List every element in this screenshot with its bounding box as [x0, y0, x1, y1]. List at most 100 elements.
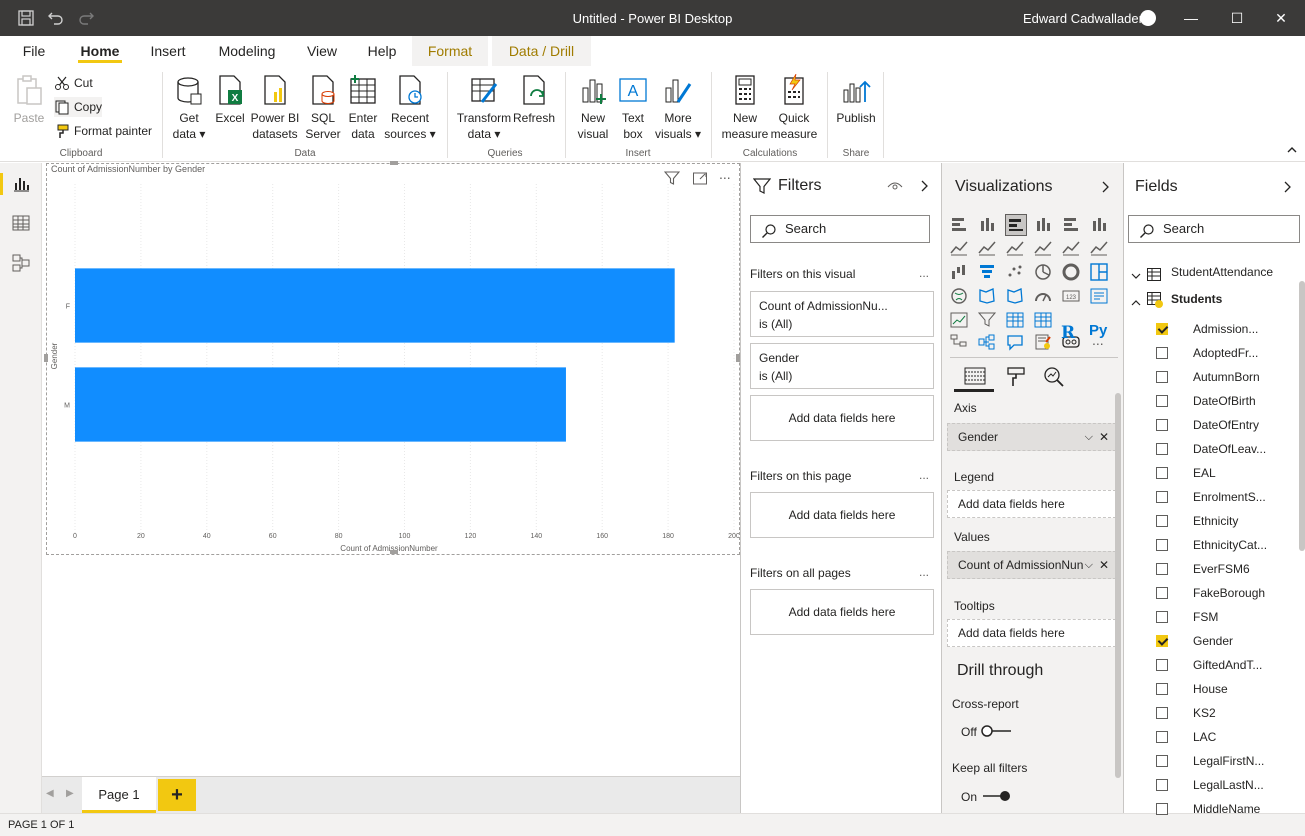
legend-well[interactable]: Add data fields here	[947, 490, 1116, 518]
report-view-icon[interactable]	[11, 174, 31, 194]
table-row-studentattendance[interactable]: StudentAttendance	[1124, 260, 1305, 284]
text-box-button[interactable]: A Text box	[614, 74, 652, 142]
redo-icon[interactable]	[77, 9, 95, 27]
tab-format[interactable]: Format	[412, 36, 488, 66]
field-item[interactable]: Gender	[1124, 629, 1305, 653]
more-options-icon[interactable]: ...	[919, 565, 929, 579]
line-clustered-icon[interactable]	[1062, 239, 1082, 259]
tab-view[interactable]: View	[300, 36, 344, 66]
field-item[interactable]: FakeBorough	[1124, 581, 1305, 605]
save-icon[interactable]	[17, 9, 35, 27]
publish-button[interactable]: Publish	[834, 74, 878, 126]
format-painter-button[interactable]: Format painter	[54, 121, 152, 141]
paste-button[interactable]: Paste	[10, 74, 48, 126]
multirow-card-icon[interactable]	[1090, 287, 1110, 307]
remove-field-icon[interactable]: ✕	[1099, 424, 1109, 450]
transform-data-button[interactable]: Transform data ▾	[455, 74, 513, 142]
chevron-up-icon[interactable]	[1130, 293, 1142, 317]
page-tab-1[interactable]: Page 1	[82, 777, 156, 813]
field-checkbox[interactable]	[1156, 755, 1168, 767]
field-item[interactable]: AdoptedFr...	[1124, 341, 1305, 365]
field-checkbox[interactable]	[1156, 515, 1168, 527]
tab-home[interactable]: Home	[76, 36, 124, 66]
table-icon[interactable]	[1006, 311, 1026, 331]
field-checkbox[interactable]	[1156, 731, 1168, 743]
r-visual-icon[interactable]: R	[1061, 323, 1075, 343]
100-column-icon[interactable]	[1090, 215, 1110, 235]
viz-scrollbar[interactable]	[1115, 393, 1121, 778]
field-checkbox[interactable]	[1156, 587, 1168, 599]
map-icon[interactable]	[950, 287, 970, 307]
field-item[interactable]: EverFSM6	[1124, 557, 1305, 581]
filter-card-gender[interactable]: Gender is (All)	[750, 343, 934, 389]
clustered-bar-icon[interactable]	[1005, 214, 1027, 236]
field-checkbox[interactable]	[1156, 443, 1168, 455]
remove-field-icon[interactable]: ✕	[1098, 552, 1109, 578]
keep-all-filters-toggle[interactable]: On	[961, 790, 1010, 804]
cut-button[interactable]: Cut	[54, 73, 93, 93]
decomposition-tree-icon[interactable]	[950, 333, 970, 353]
scroll-left-icon[interactable]: ◀	[46, 788, 54, 799]
undo-icon[interactable]	[47, 9, 65, 27]
field-item[interactable]: Admission...	[1124, 317, 1305, 341]
recent-sources-button[interactable]: Recent sources ▾	[383, 74, 437, 142]
stacked-column-icon[interactable]	[978, 215, 998, 235]
new-visual-button[interactable]: New visual	[574, 74, 612, 142]
qa-icon[interactable]	[1006, 333, 1026, 353]
field-checkbox[interactable]	[1156, 611, 1168, 623]
resize-handle-top[interactable]	[390, 161, 398, 165]
tooltips-well[interactable]: Add data fields here	[947, 619, 1116, 647]
maximize-button[interactable]: ☐	[1214, 0, 1260, 36]
field-checkbox[interactable]	[1156, 779, 1168, 791]
tab-modeling[interactable]: Modeling	[211, 36, 283, 66]
collapse-ribbon-icon[interactable]	[1286, 144, 1298, 159]
scatter-icon[interactable]	[1006, 263, 1026, 283]
filter-card-count[interactable]: Count of AdmissionNu... is (All)	[750, 291, 934, 337]
more-options-icon[interactable]: ...	[919, 266, 929, 280]
copy-button[interactable]: Copy	[54, 97, 102, 117]
field-item[interactable]: EnrolmentS...	[1124, 485, 1305, 509]
field-item[interactable]: AutumnBorn	[1124, 365, 1305, 389]
key-influencers-icon[interactable]	[978, 333, 998, 353]
clustered-column-icon[interactable]	[1034, 215, 1054, 235]
quick-measure-button[interactable]: Quick measure	[769, 73, 819, 142]
card-icon[interactable]: 123	[1062, 287, 1082, 307]
field-checkbox[interactable]	[1156, 539, 1168, 551]
fields-tab[interactable]	[954, 362, 994, 392]
more-options-icon[interactable]: ...	[919, 468, 929, 482]
field-item[interactable]: FSM	[1124, 605, 1305, 629]
field-checkbox[interactable]	[1156, 419, 1168, 431]
matrix-icon[interactable]	[1034, 311, 1054, 331]
waterfall-icon[interactable]	[950, 263, 970, 283]
chevron-right-icon[interactable]	[919, 179, 931, 196]
ribbon-chart-icon[interactable]	[1090, 239, 1110, 259]
field-item[interactable]: LAC	[1124, 725, 1305, 749]
field-item[interactable]: DateOfLeav...	[1124, 437, 1305, 461]
add-visual-filter-well[interactable]: Add data fields here	[750, 395, 934, 441]
analytics-icon[interactable]	[1043, 366, 1065, 391]
field-checkbox[interactable]	[1156, 659, 1168, 671]
line-chart-icon[interactable]	[950, 239, 970, 259]
chevron-right-icon[interactable]	[1282, 180, 1294, 197]
area-chart-icon[interactable]	[978, 239, 998, 259]
field-item[interactable]: KS2	[1124, 701, 1305, 725]
treemap-icon[interactable]	[1090, 263, 1110, 283]
field-checkbox[interactable]	[1156, 347, 1168, 359]
data-view-icon[interactable]	[11, 213, 31, 233]
gauge-icon[interactable]	[1034, 287, 1054, 307]
power-bi-datasets-button[interactable]: Power BI datasets	[250, 74, 300, 142]
field-item[interactable]: DateOfBirth	[1124, 389, 1305, 413]
more-visuals-icon[interactable]: ...	[1092, 332, 1104, 348]
bar-chart-visual[interactable]: Count of AdmissionNumber by Gender ... 0…	[44, 161, 740, 555]
filled-map-icon[interactable]	[978, 287, 998, 307]
add-report-filter-well[interactable]: Add data fields here	[750, 589, 934, 635]
field-item[interactable]: EAL	[1124, 461, 1305, 485]
field-checkbox[interactable]	[1156, 707, 1168, 719]
chevron-down-icon[interactable]: ⌵	[1084, 552, 1093, 578]
user-name[interactable]: Edward Cadwallader	[1023, 11, 1143, 26]
minimize-button[interactable]: —	[1168, 0, 1214, 36]
table-row-students[interactable]: Students	[1124, 287, 1305, 311]
resize-handle-left[interactable]	[44, 354, 48, 362]
scroll-right-icon[interactable]: ▶	[66, 788, 74, 799]
enter-data-button[interactable]: Enter data	[345, 74, 381, 142]
